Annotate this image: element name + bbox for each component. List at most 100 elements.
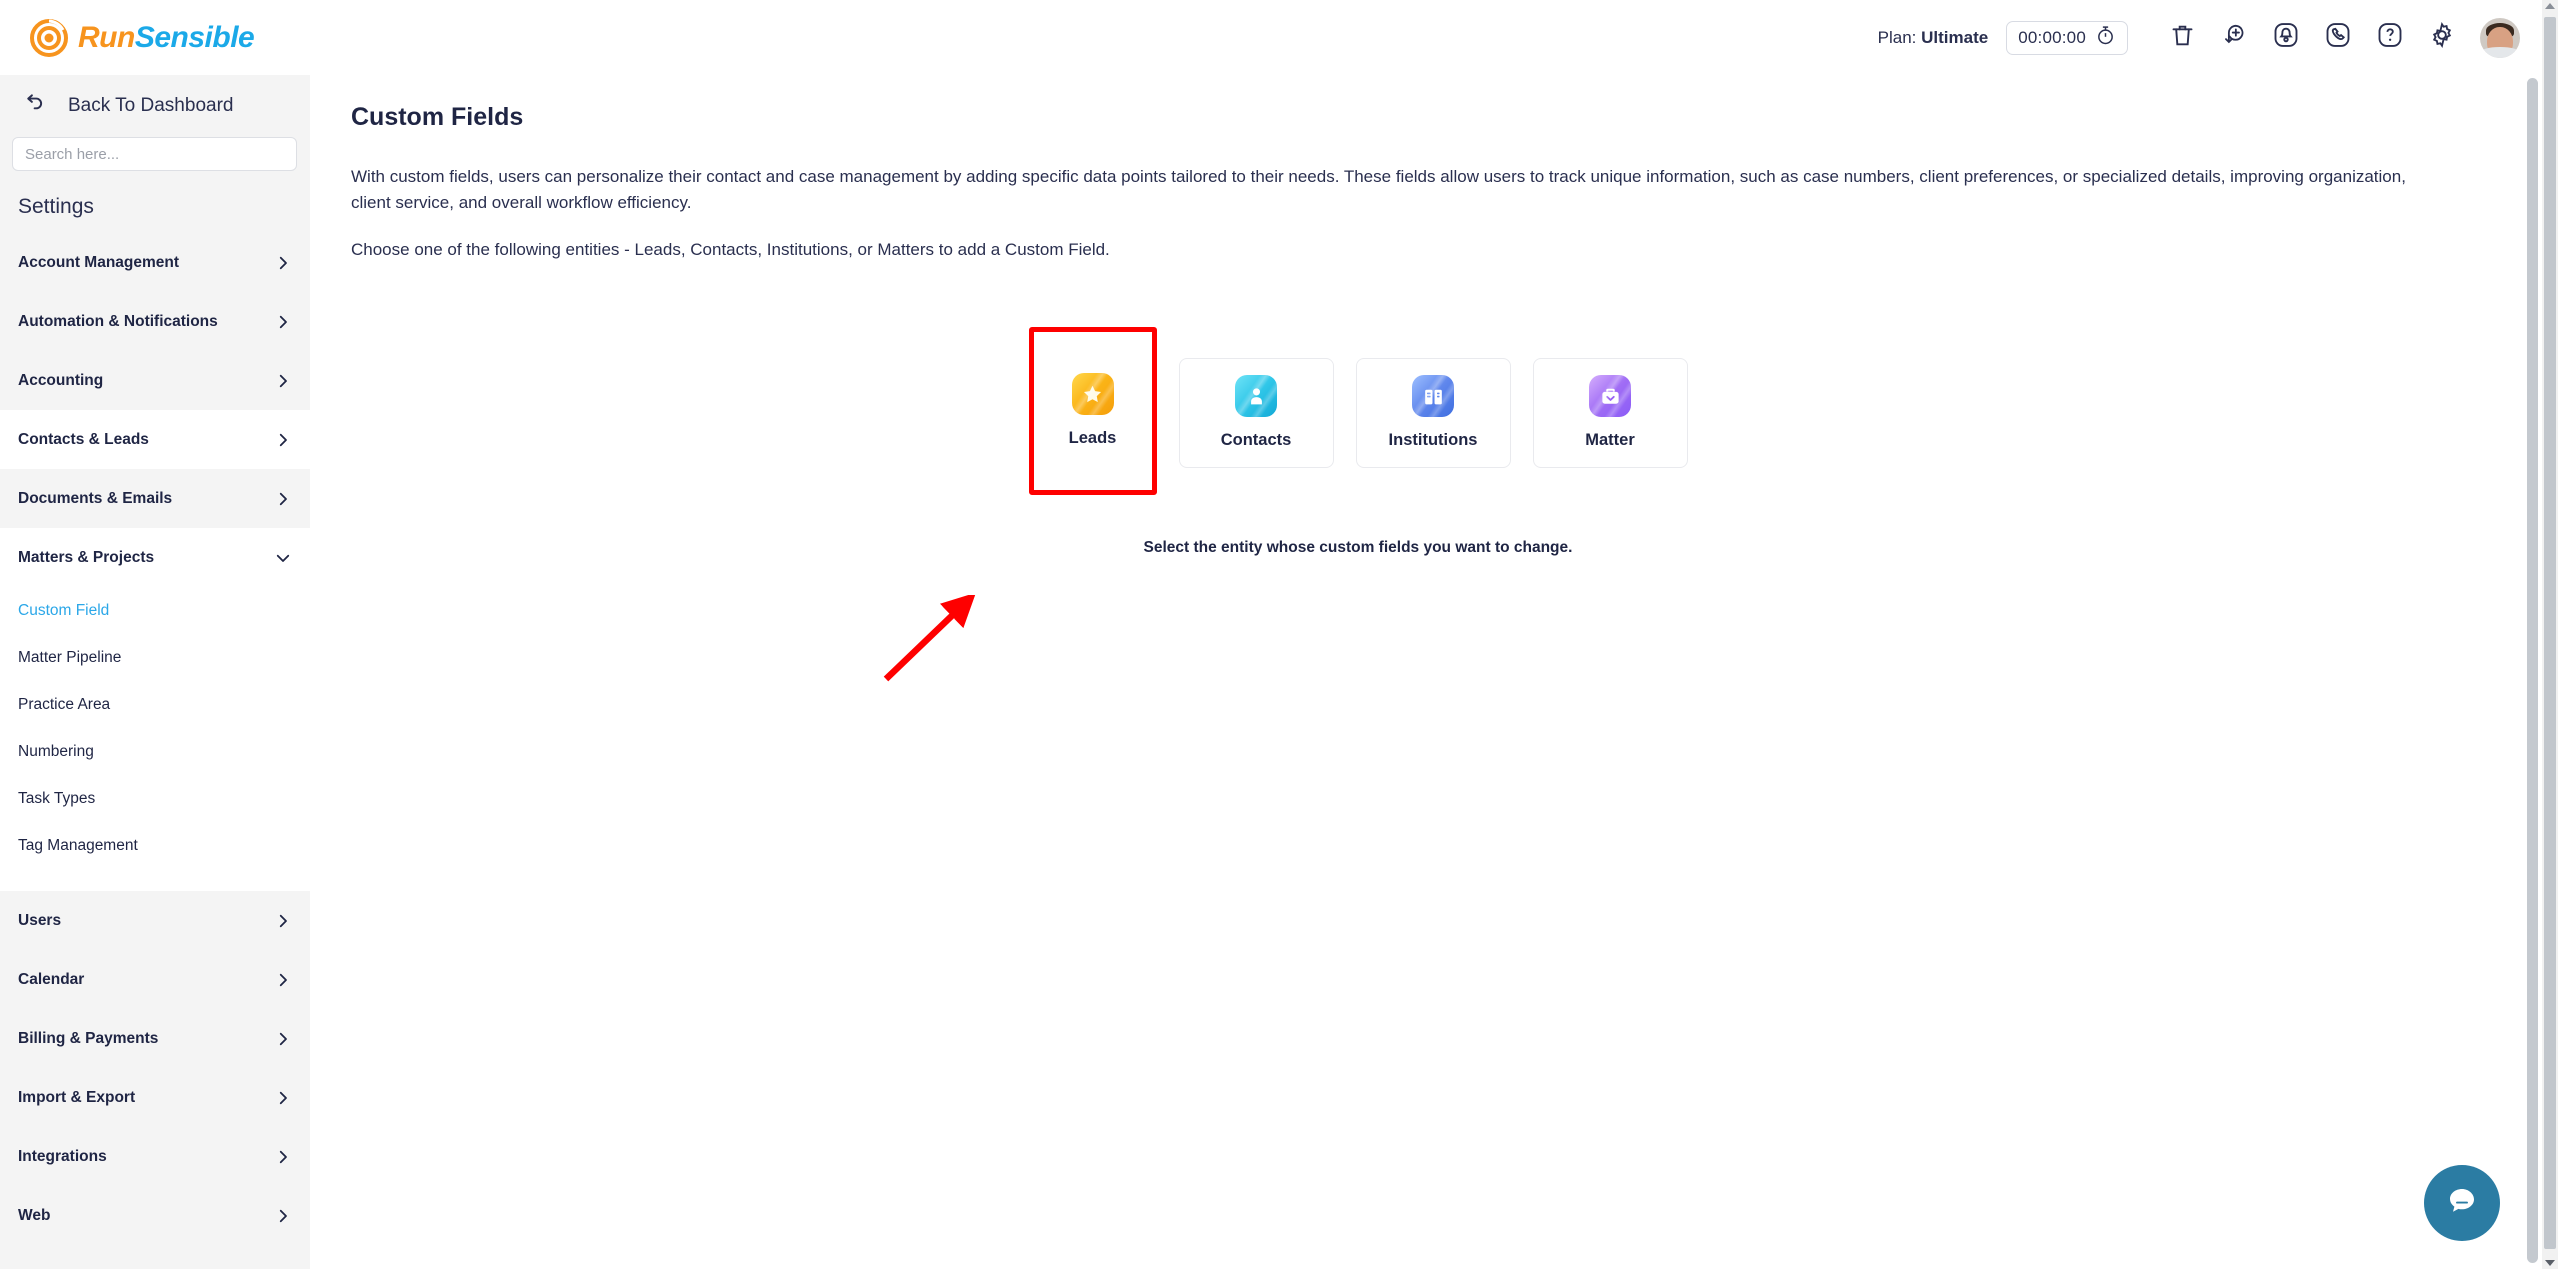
timer-value-label: 00:00:00	[2018, 27, 2086, 47]
brand-wordmark-sensible: Sensible	[134, 20, 255, 54]
sidebar-subitem-tag-management[interactable]: Tag Management	[0, 822, 310, 869]
chevron-right-icon	[274, 313, 292, 331]
sidebar-item-label: Account Management	[18, 253, 180, 271]
chat-bubble-button[interactable]	[2424, 1165, 2500, 1241]
entity-card-label: Leads	[1068, 429, 1117, 447]
page-scrollbar[interactable]	[2542, 0, 2558, 1269]
plan-prefix-label: Plan:	[1877, 27, 1922, 47]
brand-wordmark-run: Run	[78, 20, 135, 54]
matters-projects-submenu: Custom Field Matter Pipeline Practice Ar…	[0, 587, 310, 891]
gear-icon	[2428, 21, 2456, 54]
chevron-right-icon	[274, 971, 292, 989]
sidebar-item-label: Integrations	[18, 1147, 107, 1165]
top-header-bar: RunSensible Plan: Ultimate 00:00:00	[0, 0, 2542, 75]
chevron-right-icon	[274, 912, 292, 930]
chevron-right-icon	[274, 1030, 292, 1048]
phone-icon-button[interactable]	[2312, 12, 2364, 64]
sidebar-item-automation-notifications[interactable]: Automation & Notifications	[0, 292, 310, 351]
star-icon	[1071, 373, 1114, 415]
entity-card-leads[interactable]: Leads	[1028, 326, 1157, 495]
sidebar-item-integrations[interactable]: Integrations	[0, 1127, 310, 1186]
back-arrow-icon	[20, 91, 46, 122]
description-paragraph-2: Choose one of the following entities - L…	[351, 240, 1110, 259]
sidebar-item-label: Calendar	[18, 970, 85, 988]
gear-icon-button[interactable]	[2416, 12, 2468, 64]
sidebar-nav-list: Account Management Automation & Notifica…	[0, 233, 310, 1245]
sidebar-subitem-matter-pipeline[interactable]: Matter Pipeline	[0, 634, 310, 681]
avatar[interactable]	[2480, 17, 2520, 58]
sidebar-item-label: Billing & Payments	[18, 1029, 159, 1047]
back-to-dashboard-label: Back To Dashboard	[68, 95, 234, 116]
add-task-icon-button[interactable]	[2208, 12, 2260, 64]
main-content-area: Custom Fields With custom fields, users …	[310, 75, 2526, 1269]
brand-logo[interactable]: RunSensible	[30, 18, 255, 57]
content-scrollbar[interactable]	[2527, 78, 2538, 1263]
sidebar-item-label: Users	[18, 911, 62, 929]
entity-card-contacts[interactable]: Contacts	[1178, 357, 1334, 468]
add-task-icon	[2221, 22, 2248, 54]
sidebar-subitem-numbering[interactable]: Numbering	[0, 728, 310, 775]
back-to-dashboard-button[interactable]: Back To Dashboard	[0, 75, 310, 137]
entity-cards-row: Leads Contacts Institutions Matter	[310, 326, 2526, 495]
sidebar-item-billing-payments[interactable]: Billing & Payments	[0, 1009, 310, 1068]
phone-icon	[2324, 21, 2352, 54]
brand-wordmark: RunSensible	[78, 20, 255, 55]
plan-indicator: Plan: Ultimate	[1878, 28, 1989, 48]
sidebar-item-account-management[interactable]: Account Management	[0, 233, 310, 292]
search-input[interactable]	[12, 137, 297, 171]
buildings-icon	[1412, 375, 1454, 417]
person-icon	[1235, 375, 1277, 417]
sidebar-search-wrap	[0, 137, 310, 171]
scroll-up-arrow-icon[interactable]	[2545, 3, 2555, 9]
chevron-right-icon	[274, 431, 292, 449]
scroll-down-arrow-icon[interactable]	[2545, 1260, 2555, 1266]
settings-sidebar: Back To Dashboard Settings Account Manag…	[0, 75, 310, 1269]
help-question-icon	[2376, 21, 2404, 54]
sidebar-section-title: Settings	[18, 195, 94, 218]
chevron-right-icon	[274, 1148, 292, 1166]
sidebar-item-matters-projects[interactable]: Matters & Projects	[0, 528, 310, 587]
help-question-icon-button[interactable]	[2364, 12, 2416, 64]
sidebar-item-label: Matters & Projects	[18, 548, 155, 566]
trash-icon	[2169, 22, 2196, 54]
entity-helper-text: Select the entity whose custom fields yo…	[1143, 538, 1573, 556]
avatar-shirt	[2480, 46, 2520, 58]
page-title: Custom Fields	[351, 103, 524, 131]
sidebar-item-label: Accounting	[18, 371, 104, 389]
entity-card-label: Contacts	[1220, 431, 1292, 449]
sidebar-subitem-practice-area[interactable]: Practice Area	[0, 681, 310, 728]
page-scrollbar-thumb[interactable]	[2544, 17, 2556, 1249]
sidebar-item-documents-emails[interactable]: Documents & Emails	[0, 469, 310, 528]
chevron-right-icon	[274, 1089, 292, 1107]
sidebar-item-accounting[interactable]: Accounting	[0, 351, 310, 410]
sidebar-item-label: Documents & Emails	[18, 489, 173, 507]
sidebar-item-calendar[interactable]: Calendar	[0, 950, 310, 1009]
chevron-down-icon	[274, 549, 292, 567]
chevron-right-icon	[274, 254, 292, 272]
sidebar-item-import-export[interactable]: Import & Export	[0, 1068, 310, 1127]
sidebar-item-label: Automation & Notifications	[18, 312, 218, 330]
chat-bubble-icon	[2442, 1181, 2482, 1226]
entity-card-matter[interactable]: Matter	[1532, 357, 1688, 468]
briefcase-icon	[1589, 375, 1631, 417]
runsensible-logo-icon	[30, 18, 68, 57]
sidebar-item-web[interactable]: Web	[0, 1186, 310, 1245]
sidebar-subitem-custom-field[interactable]: Custom Field	[0, 587, 310, 634]
notification-bell-icon-button[interactable]	[2260, 12, 2312, 64]
chevron-right-icon	[274, 372, 292, 390]
stopwatch-icon[interactable]	[2095, 25, 2116, 51]
entity-card-label: Matter	[1585, 431, 1635, 449]
content-scrollbar-thumb[interactable]	[2527, 78, 2538, 1263]
sidebar-item-users[interactable]: Users	[0, 891, 310, 950]
entity-card-label: Institutions	[1388, 431, 1478, 449]
notification-bell-icon	[2272, 21, 2300, 54]
sidebar-item-label: Import & Export	[18, 1088, 136, 1106]
description-paragraph-1: With custom fields, users can personaliz…	[351, 167, 2406, 212]
sidebar-item-contacts-leads[interactable]: Contacts & Leads	[0, 410, 310, 469]
sidebar-subitem-task-types[interactable]: Task Types	[0, 775, 310, 822]
chevron-right-icon	[274, 490, 292, 508]
time-tracker-widget[interactable]: 00:00:00	[2006, 20, 2128, 55]
trash-icon-button[interactable]	[2156, 12, 2208, 64]
entity-card-institutions[interactable]: Institutions	[1355, 357, 1511, 468]
sidebar-item-label: Web	[18, 1206, 51, 1224]
